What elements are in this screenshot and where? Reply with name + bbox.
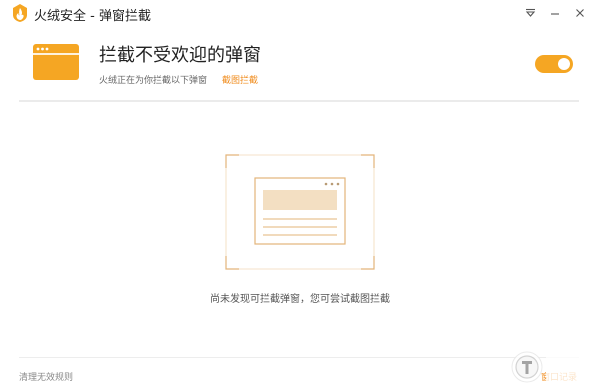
header-divider [19, 100, 579, 102]
title-bar: 火绒安全 - 弹窗拦截 [0, 0, 600, 26]
minimize-button[interactable] [546, 4, 564, 22]
menu-button[interactable] [521, 4, 539, 22]
popup-block-toggle[interactable] [535, 55, 573, 73]
window-title: 火绒安全 - 弹窗拦截 [34, 9, 151, 24]
empty-popup-illustration [225, 154, 375, 270]
menu-icon [525, 8, 535, 17]
toggle-knob [558, 58, 570, 70]
footer-divider [19, 357, 579, 358]
empty-state-message: 尚未发现可拦截弹窗，您可尝试截图拦截 [210, 294, 390, 305]
clear-invalid-rules-link[interactable]: 清理无效规则 [19, 370, 73, 383]
popup-window-icon [33, 44, 79, 80]
page-subtitle: 火绒正在为你拦截以下弹窗 [99, 76, 208, 86]
page-title: 拦截不受欢迎的弹窗 [99, 45, 261, 66]
minimize-icon [551, 13, 559, 15]
screenshot-block-link[interactable]: 截图拦截 [222, 73, 258, 86]
site-watermark-logo [511, 351, 600, 383]
huorong-logo-icon [13, 4, 27, 22]
close-icon [576, 9, 584, 17]
close-button[interactable] [571, 4, 589, 22]
